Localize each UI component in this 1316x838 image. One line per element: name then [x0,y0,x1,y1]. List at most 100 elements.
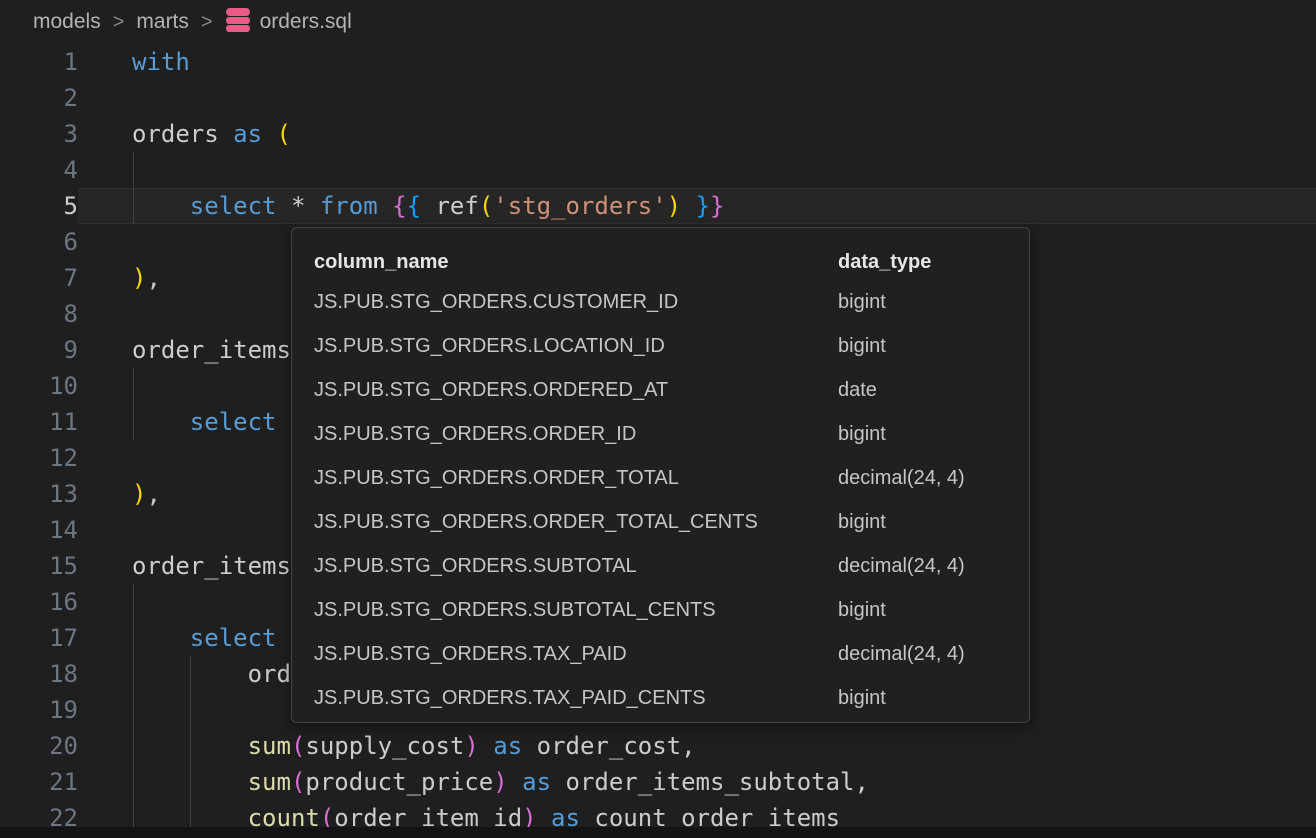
code-token: order_cost, [522,732,695,760]
code-line-content[interactable]: ), [132,260,161,296]
popup-table-row: JS.PUB.STG_ORDERS.ORDER_IDbigint [314,412,1019,456]
bottom-strip [0,827,1316,838]
indent-guide [133,692,134,728]
line-number: 12 [0,440,78,476]
code-token: order_items [132,552,291,580]
code-token: ( [291,768,305,796]
code-line-content[interactable]: sum(product_price) as order_items_subtot… [132,764,869,800]
code-token: ) [493,768,507,796]
popup-cell-data-type: bigint [838,335,1019,358]
popup-cell-column-name: JS.PUB.STG_ORDERS.CUSTOMER_ID [314,291,838,314]
code-token: ( [479,192,493,220]
popup-table-row: JS.PUB.STG_ORDERS.ORDER_TOTALdecimal(24,… [314,456,1019,500]
code-line-content[interactable]: select * from {{ ref('stg_orders') }} [132,188,724,224]
code-token: ) [667,192,681,220]
code-token: order_items [132,336,291,364]
line-number: 13 [0,476,78,512]
popup-cell-data-type: bigint [838,511,1019,534]
code-line[interactable]: 4 [0,152,1316,188]
line-number: 14 [0,512,78,548]
line-number: 1 [0,44,78,80]
code-token [681,192,695,220]
code-token: , [146,264,160,292]
popup-cell-data-type: decimal(24, 4) [838,643,1019,666]
breadcrumb-item-marts[interactable]: marts [136,10,189,34]
code-token: ( [291,732,305,760]
code-line[interactable]: 5 select * from {{ ref('stg_orders') }} [0,188,1316,224]
code-token: as [233,120,262,148]
popup-cell-data-type: decimal(24, 4) [838,555,1019,578]
code-token: } [710,192,724,220]
code-token: select [190,624,277,652]
popup-cell-column-name: JS.PUB.STG_ORDERS.TAX_PAID [314,643,838,666]
popup-cell-data-type: date [838,379,1019,402]
code-token: with [132,48,190,76]
popup-cell-data-type: bigint [838,423,1019,446]
code-line-content[interactable]: select [132,620,277,656]
code-token: ord [248,660,291,688]
code-line[interactable]: 2 [0,80,1316,116]
code-token: * [277,192,320,220]
line-number: 10 [0,368,78,404]
code-line-content[interactable]: order_items [132,332,291,368]
code-token [262,120,276,148]
popup-cell-column-name: JS.PUB.STG_ORDERS.TAX_PAID_CENTS [314,687,838,710]
code-line[interactable]: 3 orders as ( [0,116,1316,152]
code-token [378,192,392,220]
code-line-content[interactable]: ord [132,656,291,692]
popup-cell-column-name: JS.PUB.STG_ORDERS.ORDER_TOTAL [314,467,838,490]
breadcrumb-item-models[interactable]: models [33,10,101,34]
popup-cell-column-name: JS.PUB.STG_ORDERS.SUBTOTAL_CENTS [314,599,838,622]
line-number: 15 [0,548,78,584]
popup-table-row: JS.PUB.STG_ORDERS.CUSTOMER_IDbigint [314,280,1019,324]
line-number: 6 [0,224,78,260]
code-token: as [522,768,551,796]
line-number: 5 [0,188,78,224]
popup-cell-column-name: JS.PUB.STG_ORDERS.SUBTOTAL [314,555,838,578]
code-line-content[interactable]: order_items [132,548,291,584]
code-token: sum [248,732,291,760]
popup-table-row: JS.PUB.STG_ORDERS.SUBTOTALdecimal(24, 4) [314,544,1019,588]
line-number: 16 [0,584,78,620]
code-line[interactable]: 21 sum(product_price) as order_items_sub… [0,764,1316,800]
code-token: , [146,480,160,508]
code-line-content[interactable]: sum(supply_cost) as order_cost, [132,728,696,764]
code-token: order_items_subtotal, [551,768,869,796]
code-token: select [190,192,277,220]
line-number: 3 [0,116,78,152]
code-token: orders [132,120,233,148]
breadcrumb-item-file[interactable]: orders.sql [260,10,352,34]
code-token: ref [421,192,479,220]
code-line-content[interactable]: orders as ( [132,116,291,152]
code-line[interactable]: 1 with [0,44,1316,80]
popup-cell-column-name: JS.PUB.STG_ORDERS.ORDER_ID [314,423,838,446]
code-token: { [407,192,421,220]
line-number: 21 [0,764,78,800]
code-line-content[interactable]: with [132,44,190,80]
line-number: 9 [0,332,78,368]
code-token: ) [132,264,146,292]
code-line-content[interactable]: select [132,404,277,440]
code-token: ) [464,732,478,760]
popup-cell-column-name: JS.PUB.STG_ORDERS.LOCATION_ID [314,335,838,358]
line-number: 20 [0,728,78,764]
code-line-content[interactable]: ), [132,476,161,512]
line-number: 17 [0,620,78,656]
line-number: 2 [0,80,78,116]
code-line[interactable]: 20 sum(supply_cost) as order_cost, [0,728,1316,764]
code-token: ( [277,120,291,148]
popup-table-row: JS.PUB.STG_ORDERS.TAX_PAID_CENTSbigint [314,676,1019,720]
popup-cell-data-type: bigint [838,291,1019,314]
popup-table-row: JS.PUB.STG_ORDERS.ORDERED_ATdate [314,368,1019,412]
code-token: from [320,192,378,220]
popup-table-row: JS.PUB.STG_ORDERS.SUBTOTAL_CENTSbigint [314,588,1019,632]
line-number: 11 [0,404,78,440]
line-number: 4 [0,152,78,188]
code-token: 'stg_orders' [493,192,666,220]
popup-cell-data-type: decimal(24, 4) [838,467,1019,490]
indent-guide [133,368,134,404]
indent-guide [190,692,191,728]
popup-table-row: JS.PUB.STG_ORDERS.LOCATION_IDbigint [314,324,1019,368]
popup-header-row: column_name data_type [314,244,1019,280]
code-token: ) [132,480,146,508]
